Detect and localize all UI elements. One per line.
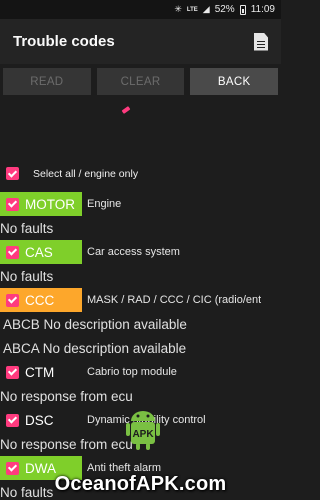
battery-percent: 52% xyxy=(214,4,235,15)
action-buttons: READ CLEAR BACK xyxy=(0,64,281,97)
module-checkbox[interactable] xyxy=(6,413,19,427)
select-all-label: Select all / engine only xyxy=(33,167,139,180)
module-tag: MOTOR xyxy=(0,192,82,216)
signal-icon: ◢ xyxy=(202,4,210,14)
document-icon[interactable] xyxy=(254,32,268,51)
select-all-checkbox[interactable] xyxy=(6,167,19,180)
bluetooth-icon: ✳ xyxy=(174,4,182,14)
module-checkbox[interactable] xyxy=(6,245,19,259)
module-checkbox[interactable] xyxy=(6,197,19,211)
clear-button[interactable]: CLEAR xyxy=(96,68,185,95)
module-tag: DSC xyxy=(0,408,82,432)
app-bar: Trouble codes xyxy=(0,19,281,64)
watermark-logo-text: APK xyxy=(132,429,154,440)
result-text: ABCA No description available xyxy=(0,340,187,356)
module-description: Engine xyxy=(87,198,122,210)
module-name: CTM xyxy=(25,364,55,380)
result-text: No faults xyxy=(0,220,54,236)
module-row[interactable]: CCC MASK / RAD / CCC / CIC (radio/ent xyxy=(0,288,281,312)
module-description: MASK / RAD / CCC / CIC (radio/ent xyxy=(87,294,262,306)
module-row[interactable]: CAS Car access system xyxy=(0,240,281,264)
clock: 11:09 xyxy=(250,4,275,15)
module-checkbox[interactable] xyxy=(6,293,19,307)
module-name: DSC xyxy=(25,412,54,428)
status-bar: ✳ LTE ◢ 52% 11:09 xyxy=(0,0,281,19)
watermark-text: OceanofAPK.com xyxy=(54,473,227,495)
android-logo-icon: APK xyxy=(126,411,160,450)
battery-icon xyxy=(239,4,246,15)
result-text: No response from ecu xyxy=(0,388,133,404)
select-all-row[interactable]: Select all / engine only xyxy=(6,167,138,180)
module-row[interactable]: MOTOR Engine xyxy=(0,192,281,216)
loading-spinner xyxy=(121,106,131,114)
module-tag: CTM xyxy=(0,360,82,384)
module-checkbox[interactable] xyxy=(6,365,19,379)
watermark: OceanofAPK.com xyxy=(0,456,281,500)
module-description: Cabrio top module xyxy=(87,366,177,378)
read-button[interactable]: READ xyxy=(3,68,91,95)
module-name: MOTOR xyxy=(25,196,75,212)
back-button[interactable]: BACK xyxy=(190,68,279,95)
module-row[interactable]: CTM Cabrio top module xyxy=(0,360,281,384)
module-tag: CCC xyxy=(0,288,82,312)
page-title: Trouble codes xyxy=(13,33,115,50)
module-name: CCC xyxy=(25,292,55,308)
module-tag: CAS xyxy=(0,240,82,264)
module-description: Car access system xyxy=(87,246,180,258)
network-label: LTE xyxy=(186,6,198,13)
result-text: No faults xyxy=(0,268,54,284)
result-text: ABCB No description available xyxy=(0,316,187,332)
module-name: CAS xyxy=(25,244,53,260)
trouble-code-list: MOTOR Engine No faults CAS Car access system… xyxy=(0,192,281,500)
